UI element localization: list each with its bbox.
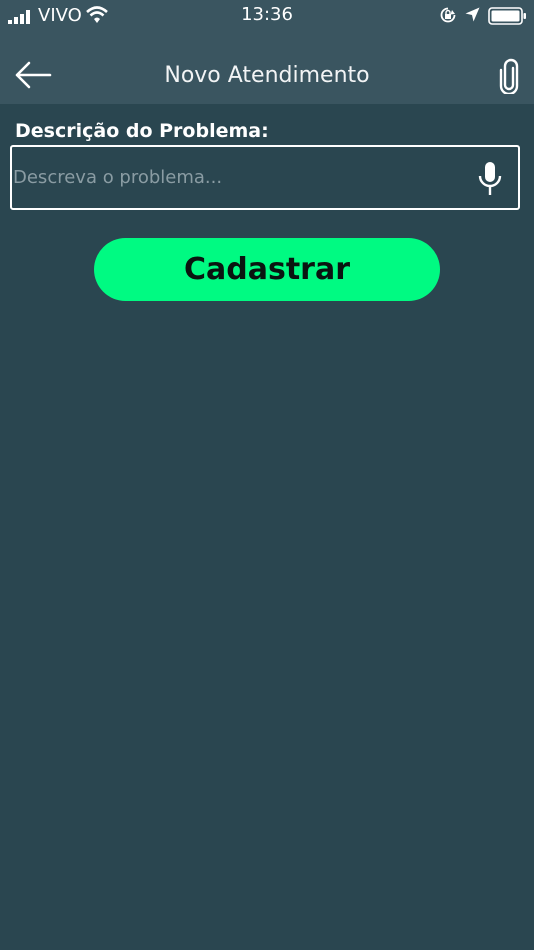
paperclip-icon[interactable] (496, 58, 522, 94)
description-field-container (10, 145, 520, 210)
submit-button[interactable]: Cadastrar (94, 238, 440, 301)
status-bar: VIVO 13:36 (0, 0, 534, 32)
page-title: Novo Atendimento (164, 63, 370, 88)
rotation-lock-icon (440, 7, 456, 23)
microphone-icon[interactable] (477, 161, 503, 197)
arrow-left-icon[interactable] (14, 60, 52, 90)
battery-icon (488, 7, 526, 25)
top-bar: VIVO 13:36 Novo Atendimento (0, 0, 534, 104)
location-arrow-icon (465, 7, 480, 22)
description-input[interactable] (12, 147, 467, 208)
description-label: Descrição do Problema: (15, 120, 269, 142)
